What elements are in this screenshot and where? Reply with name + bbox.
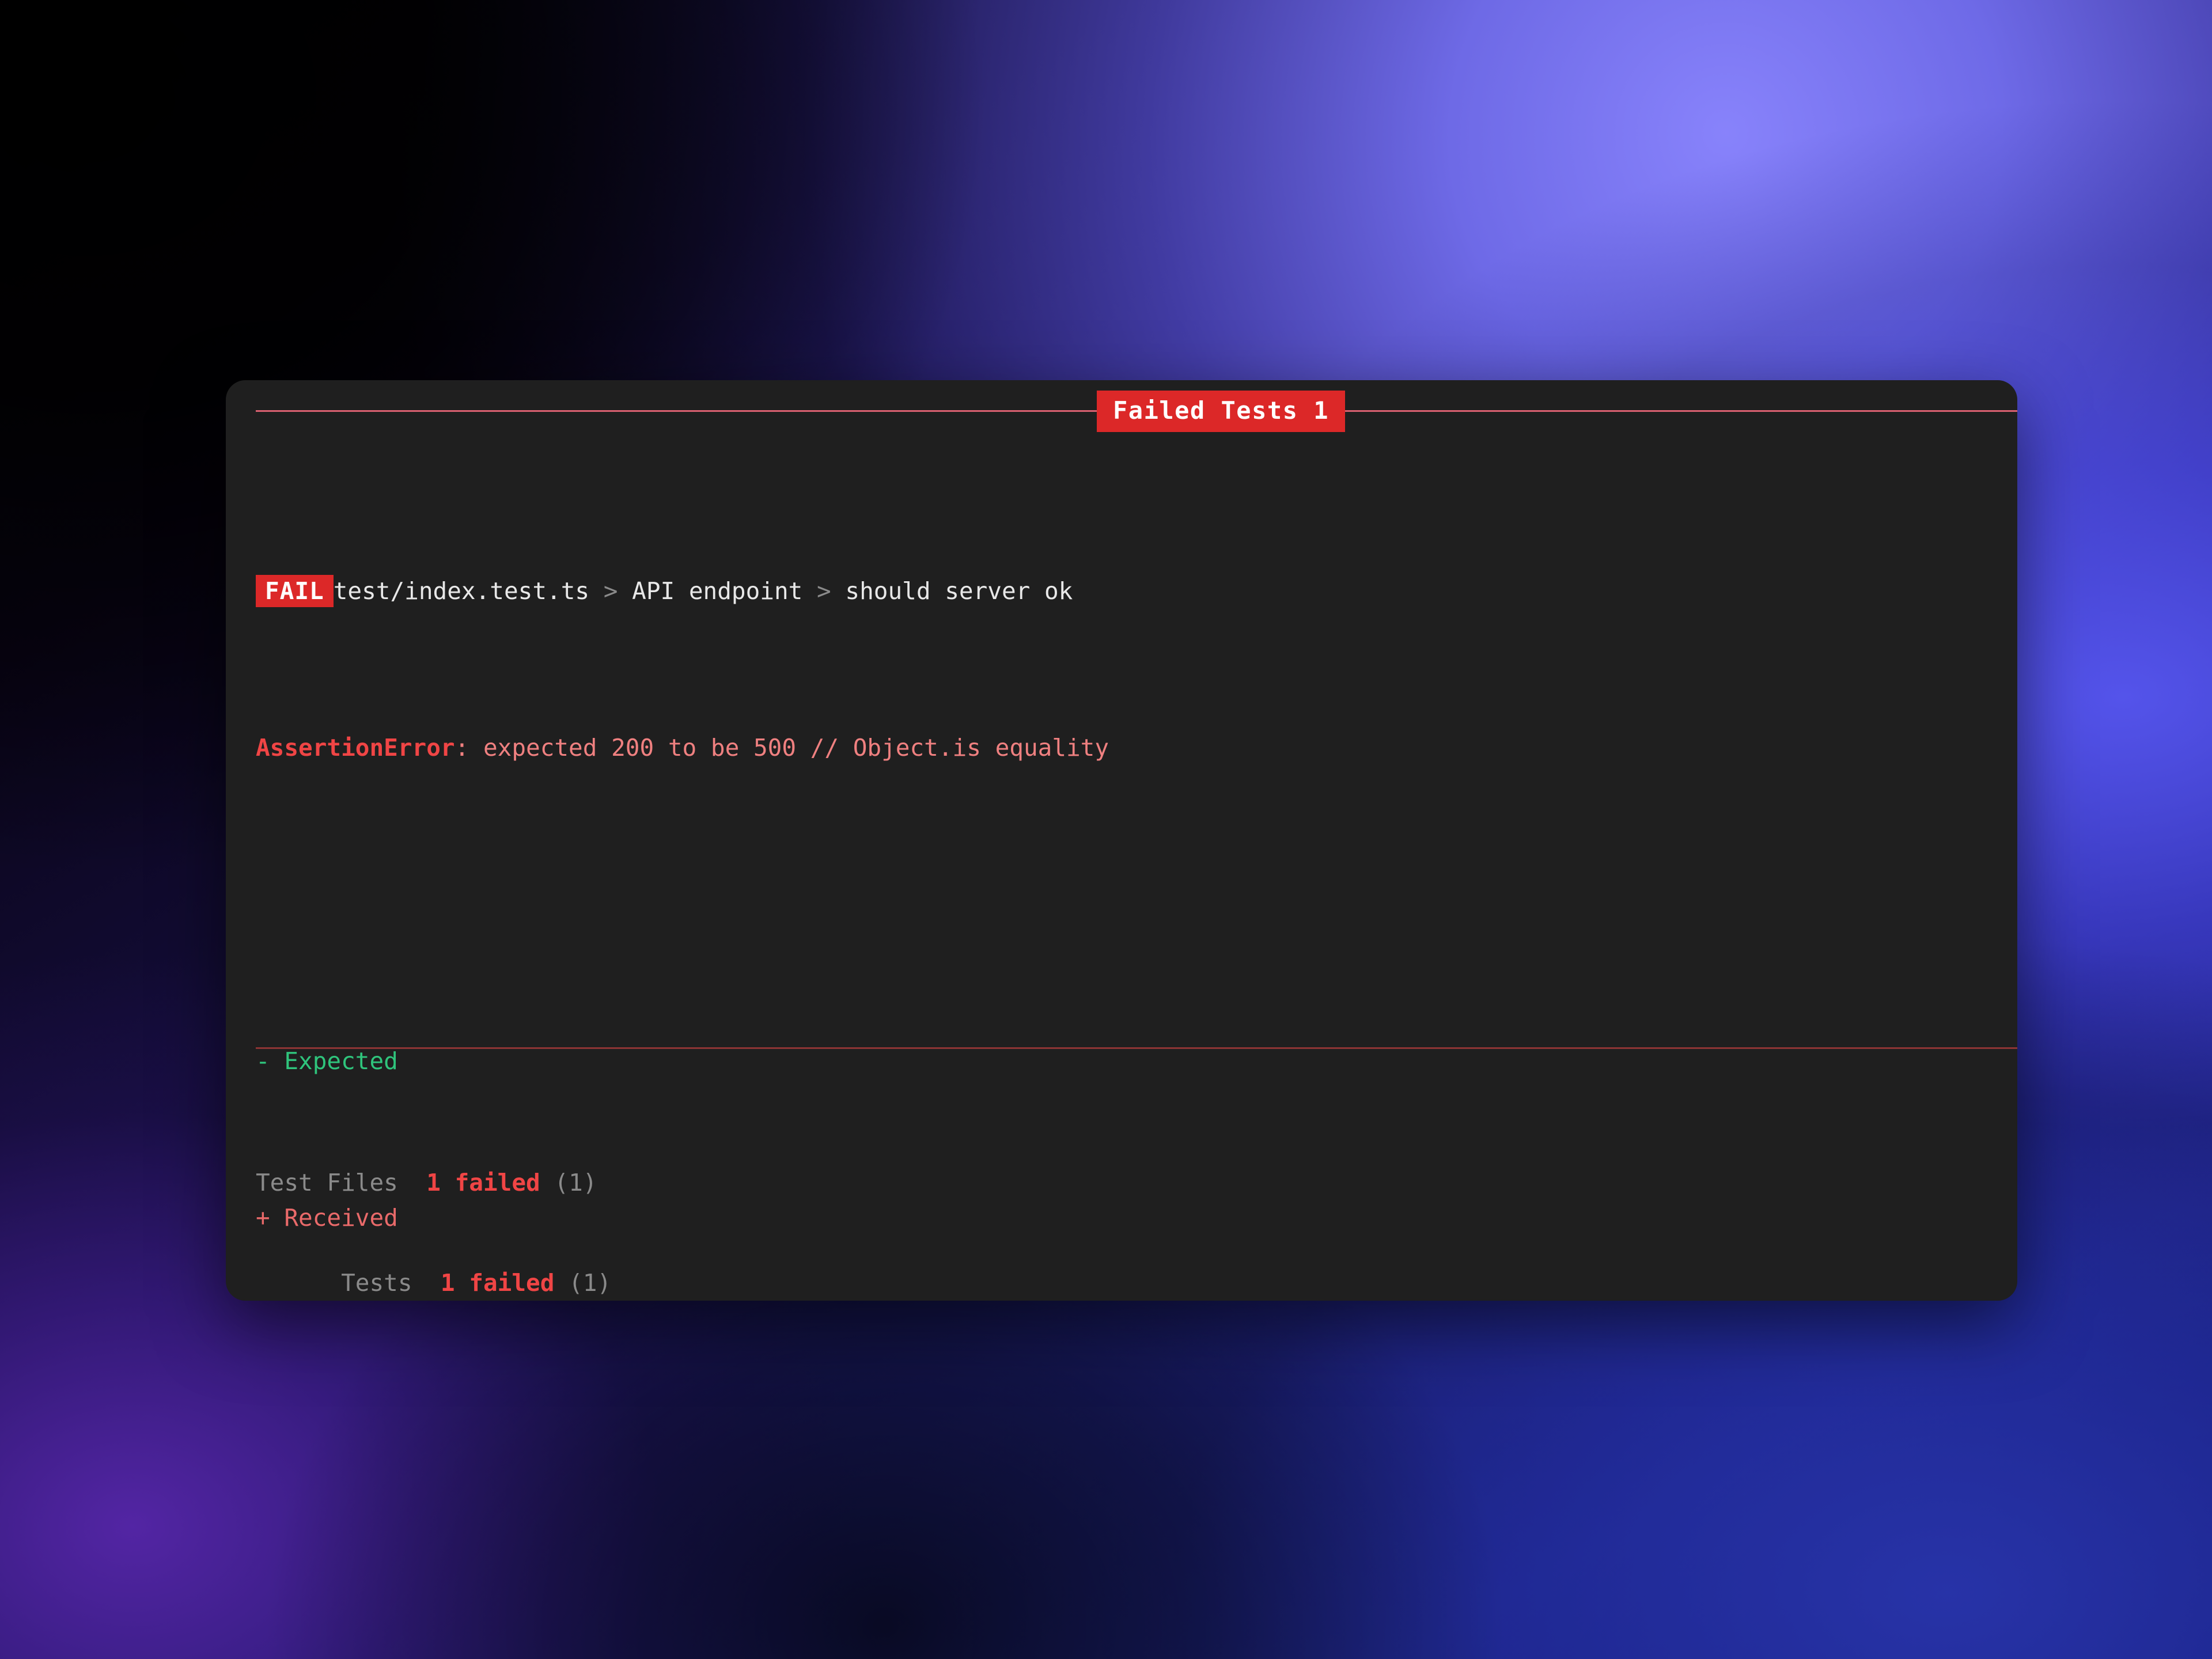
fail-summary-line: FAIL test/index.test.ts > API endpoint > …	[256, 571, 1994, 611]
summary-count-test-files: (1)	[540, 1169, 597, 1196]
assertion-error-line: AssertionError: expected 200 to be 500 /…	[256, 728, 1994, 767]
assertion-error-colon: :	[454, 734, 483, 762]
test-summary: Test Files 1 failed (1) Tests 1 failed (…	[256, 1099, 611, 1301]
footer-divider	[256, 1047, 2017, 1049]
failed-tests-badge: Failed Tests 1	[1097, 391, 1346, 432]
summary-status-tests: 1 failed	[440, 1269, 555, 1297]
expected-marker: -	[256, 1047, 285, 1075]
fail-separator-2: >	[802, 577, 846, 605]
fail-file-path: test/index.test.ts	[333, 577, 590, 605]
summary-status-test-files: 1 failed	[426, 1169, 540, 1196]
header-rule-container: Failed Tests 1	[256, 391, 2017, 432]
expected-label: Expected	[284, 1047, 398, 1075]
summary-label-tests: Tests	[256, 1269, 441, 1297]
summary-count-tests: (1)	[554, 1269, 612, 1297]
fail-suite-name: API endpoint	[632, 577, 803, 605]
fail-test-name: should server ok	[845, 577, 1073, 605]
summary-row-tests: Tests 1 failed (1)	[256, 1266, 611, 1300]
assertion-error-message: expected 200 to be 500 // Object.is equa…	[483, 734, 1109, 762]
terminal-card: Failed Tests 1 FAIL test/index.test.ts > …	[226, 380, 2017, 1301]
fail-badge: FAIL	[256, 575, 334, 607]
summary-row-test-files: Test Files 1 failed (1)	[256, 1166, 611, 1199]
summary-label-test-files: Test Files	[256, 1169, 427, 1196]
fail-separator-1: >	[589, 577, 632, 605]
assertion-error-name: AssertionError	[256, 734, 455, 762]
